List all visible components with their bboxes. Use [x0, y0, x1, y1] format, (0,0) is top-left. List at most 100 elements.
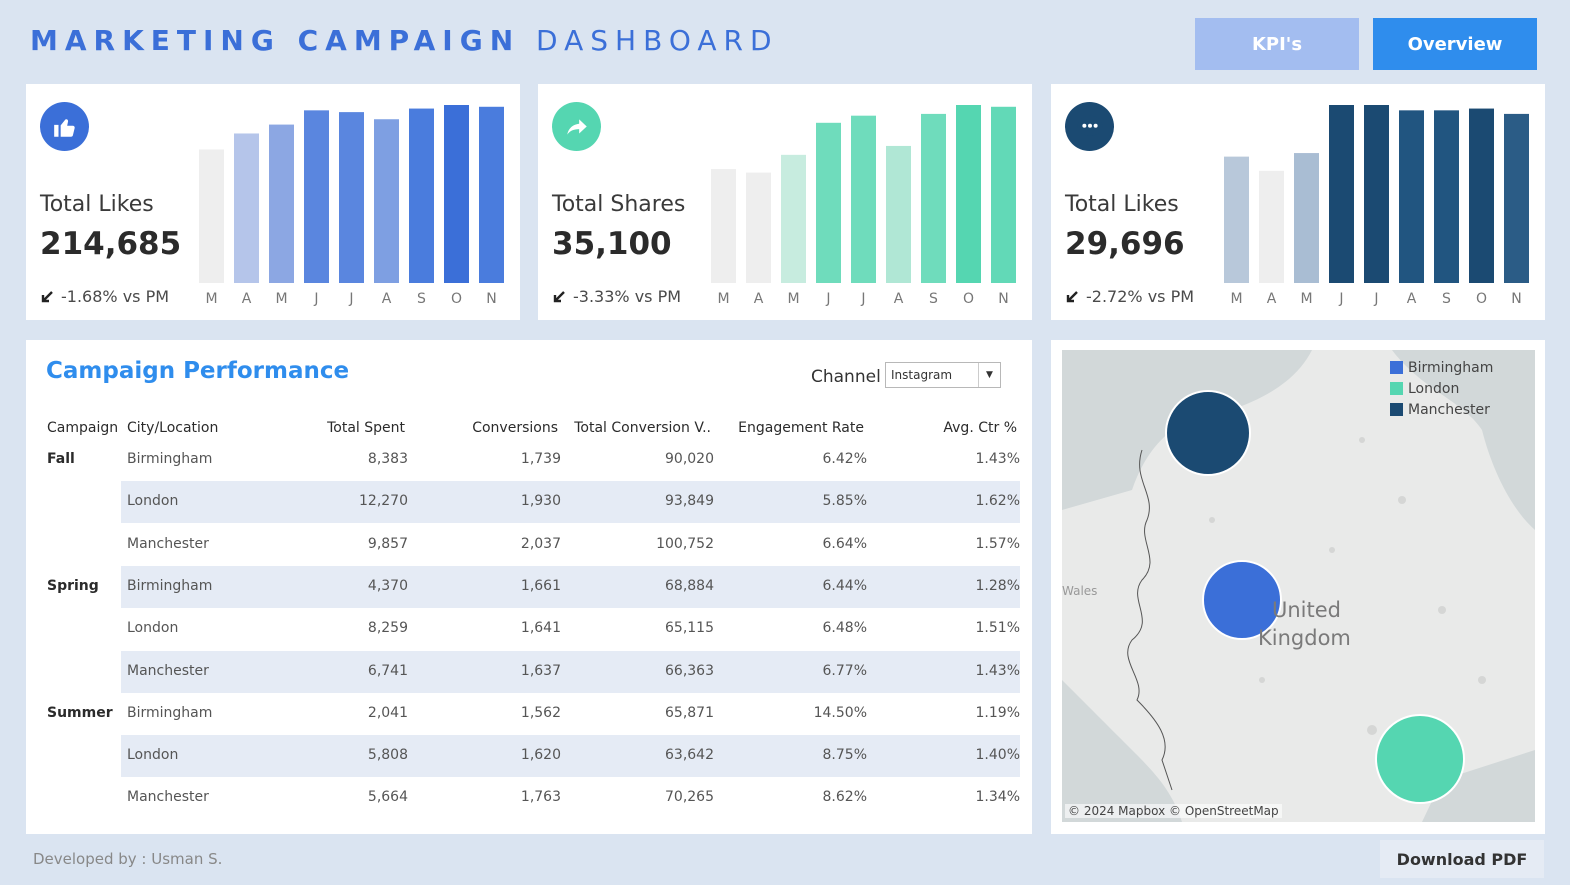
- bar-8[interactable]: [479, 106, 504, 283]
- bar-6[interactable]: [921, 113, 946, 284]
- table-row[interactable]: Birmingham 4,370 1,661 68,884 6.44% 1.28%: [121, 565, 1020, 608]
- bar-6[interactable]: [1434, 110, 1459, 283]
- cell-spent: 2,041: [367, 704, 408, 721]
- cell-conv-value: 100,752: [656, 535, 714, 552]
- table-row[interactable]: Manchester 9,857 2,037 100,752 6.64% 1.57%: [121, 524, 1020, 566]
- cell-engagement: 6.42%: [822, 451, 867, 467]
- bar-3[interactable]: [304, 110, 329, 283]
- bar-5[interactable]: [1399, 110, 1424, 283]
- kpi-value: 35,100: [552, 226, 672, 262]
- bar-0[interactable]: [1224, 156, 1249, 283]
- cell-ctr: 1.28%: [975, 577, 1020, 594]
- cell-city: London: [127, 620, 179, 637]
- bar-1[interactable]: [746, 172, 771, 283]
- table-row[interactable]: Birmingham 2,041 1,562 65,871 14.50% 1.19%: [121, 693, 1020, 735]
- bar-1[interactable]: [1259, 170, 1284, 283]
- column-header-campaign[interactable]: Campaign: [47, 420, 118, 436]
- manchester-bubble[interactable]: [1165, 390, 1251, 476]
- bar-2[interactable]: [781, 154, 806, 283]
- column-header-conversions[interactable]: Conversions: [472, 420, 558, 436]
- x-tick-label: N: [1511, 291, 1521, 307]
- bar-7[interactable]: [1469, 108, 1494, 283]
- table-row[interactable]: Manchester 5,664 1,763 70,265 8.62% 1.34%: [121, 777, 1020, 819]
- cell-conversions: 1,562: [520, 704, 561, 721]
- kpi-delta-text: -1.68% vs PM: [61, 287, 170, 306]
- legend-item-manchester[interactable]: Manchester: [1390, 399, 1493, 420]
- panel-title: Campaign Performance: [46, 358, 350, 384]
- campaign-group-label: Fall: [47, 451, 75, 467]
- cell-conv-value: 90,020: [665, 451, 714, 467]
- x-tick-label: J: [1338, 291, 1343, 307]
- table-row[interactable]: Birmingham 8,383 1,739 90,020 6.42% 1.43%: [121, 439, 1020, 481]
- overview-button[interactable]: Overview: [1373, 18, 1537, 70]
- column-header-total-spent[interactable]: Total Spent: [327, 420, 405, 436]
- cell-engagement: 8.75%: [822, 747, 867, 764]
- x-tick-label: J: [348, 291, 353, 307]
- cell-conversions: 1,661: [520, 577, 561, 594]
- city-map[interactable]: United Kingdom Wales Birmingham London M…: [1062, 350, 1535, 822]
- kpi-card-likes: Total Likes 214,685 -1.68% vs PM M A M J J A S…: [26, 84, 520, 320]
- column-header-conversion-value[interactable]: Total Conversion V..: [574, 420, 711, 436]
- map-background: [1062, 350, 1535, 822]
- bar-4[interactable]: [1364, 105, 1389, 283]
- column-header-avg-ctr[interactable]: Avg. Ctr %: [943, 420, 1017, 436]
- kpi-delta-text: -2.72% vs PM: [1086, 287, 1195, 306]
- bar-1[interactable]: [234, 133, 259, 283]
- legend-item-london[interactable]: London: [1390, 378, 1493, 399]
- cell-conv-value: 65,871: [665, 704, 714, 721]
- x-tick-label: A: [754, 291, 764, 307]
- kpi-delta: -3.33% vs PM: [552, 287, 681, 306]
- x-tick-label: N: [998, 291, 1008, 307]
- bar-6[interactable]: [409, 108, 434, 283]
- table-row[interactable]: London 5,808 1,620 63,642 8.75% 1.40%: [121, 735, 1020, 778]
- bar-5[interactable]: [886, 145, 911, 283]
- thumbs-up-icon: [40, 102, 89, 151]
- bar-3[interactable]: [1329, 105, 1354, 283]
- cell-engagement: 6.44%: [822, 577, 867, 594]
- column-header-city[interactable]: City/Location: [127, 420, 218, 436]
- x-tick-label: S: [1442, 291, 1451, 307]
- bar-0[interactable]: [711, 169, 736, 283]
- cell-conversions: 1,620: [520, 747, 561, 764]
- likes-monthly-chart: MAMJJASON: [199, 105, 504, 307]
- kpi-label: Total Likes: [1065, 192, 1179, 217]
- x-tick-label: M: [1230, 291, 1242, 307]
- x-tick-label: A: [242, 291, 252, 307]
- bar-7[interactable]: [956, 105, 981, 283]
- title-bold: MARKETING CAMPAIGN: [30, 24, 521, 57]
- cell-conversions: 1,763: [520, 789, 561, 806]
- kpis-button[interactable]: KPI's: [1195, 18, 1359, 70]
- bar-5[interactable]: [374, 119, 399, 284]
- cell-ctr: 1.62%: [975, 493, 1020, 510]
- channel-selected-value: Instagram: [891, 368, 953, 382]
- bar-7[interactable]: [444, 105, 469, 283]
- download-pdf-button[interactable]: Download PDF: [1380, 840, 1544, 878]
- kpi-delta: -1.68% vs PM: [40, 287, 169, 306]
- bar-4[interactable]: [851, 115, 876, 284]
- bar-4[interactable]: [339, 112, 364, 284]
- bar-2[interactable]: [1294, 153, 1319, 283]
- cell-ctr: 1.43%: [975, 451, 1020, 467]
- x-tick-label: M: [205, 291, 217, 307]
- legend-item-birmingham[interactable]: Birmingham: [1390, 357, 1493, 378]
- x-tick-label: M: [275, 291, 287, 307]
- cell-spent: 4,370: [367, 577, 408, 594]
- bar-8[interactable]: [1504, 113, 1529, 284]
- bar-0[interactable]: [199, 149, 224, 284]
- table-row[interactable]: London 12,270 1,930 93,849 5.85% 1.62%: [121, 481, 1020, 524]
- cell-conv-value: 68,884: [665, 577, 714, 594]
- cell-conversions: 1,739: [520, 451, 561, 467]
- table-row[interactable]: Manchester 6,741 1,637 66,363 6.77% 1.43%: [121, 650, 1020, 693]
- bar-8[interactable]: [991, 106, 1016, 283]
- map-attribution[interactable]: © 2024 Mapbox © OpenStreetMap: [1065, 804, 1282, 818]
- channel-dropdown[interactable]: Instagram ▼: [885, 362, 1001, 388]
- bar-2[interactable]: [269, 124, 294, 283]
- column-header-engagement-rate[interactable]: Engagement Rate: [738, 420, 864, 436]
- share-icon: [552, 102, 601, 151]
- map-legend: Birmingham London Manchester: [1390, 357, 1493, 420]
- table-row[interactable]: London 8,259 1,641 65,115 6.48% 1.51%: [121, 608, 1020, 650]
- london-bubble[interactable]: [1375, 714, 1465, 804]
- bar-3[interactable]: [816, 122, 841, 283]
- cell-engagement: 6.64%: [822, 535, 867, 552]
- x-tick-label: J: [825, 291, 830, 307]
